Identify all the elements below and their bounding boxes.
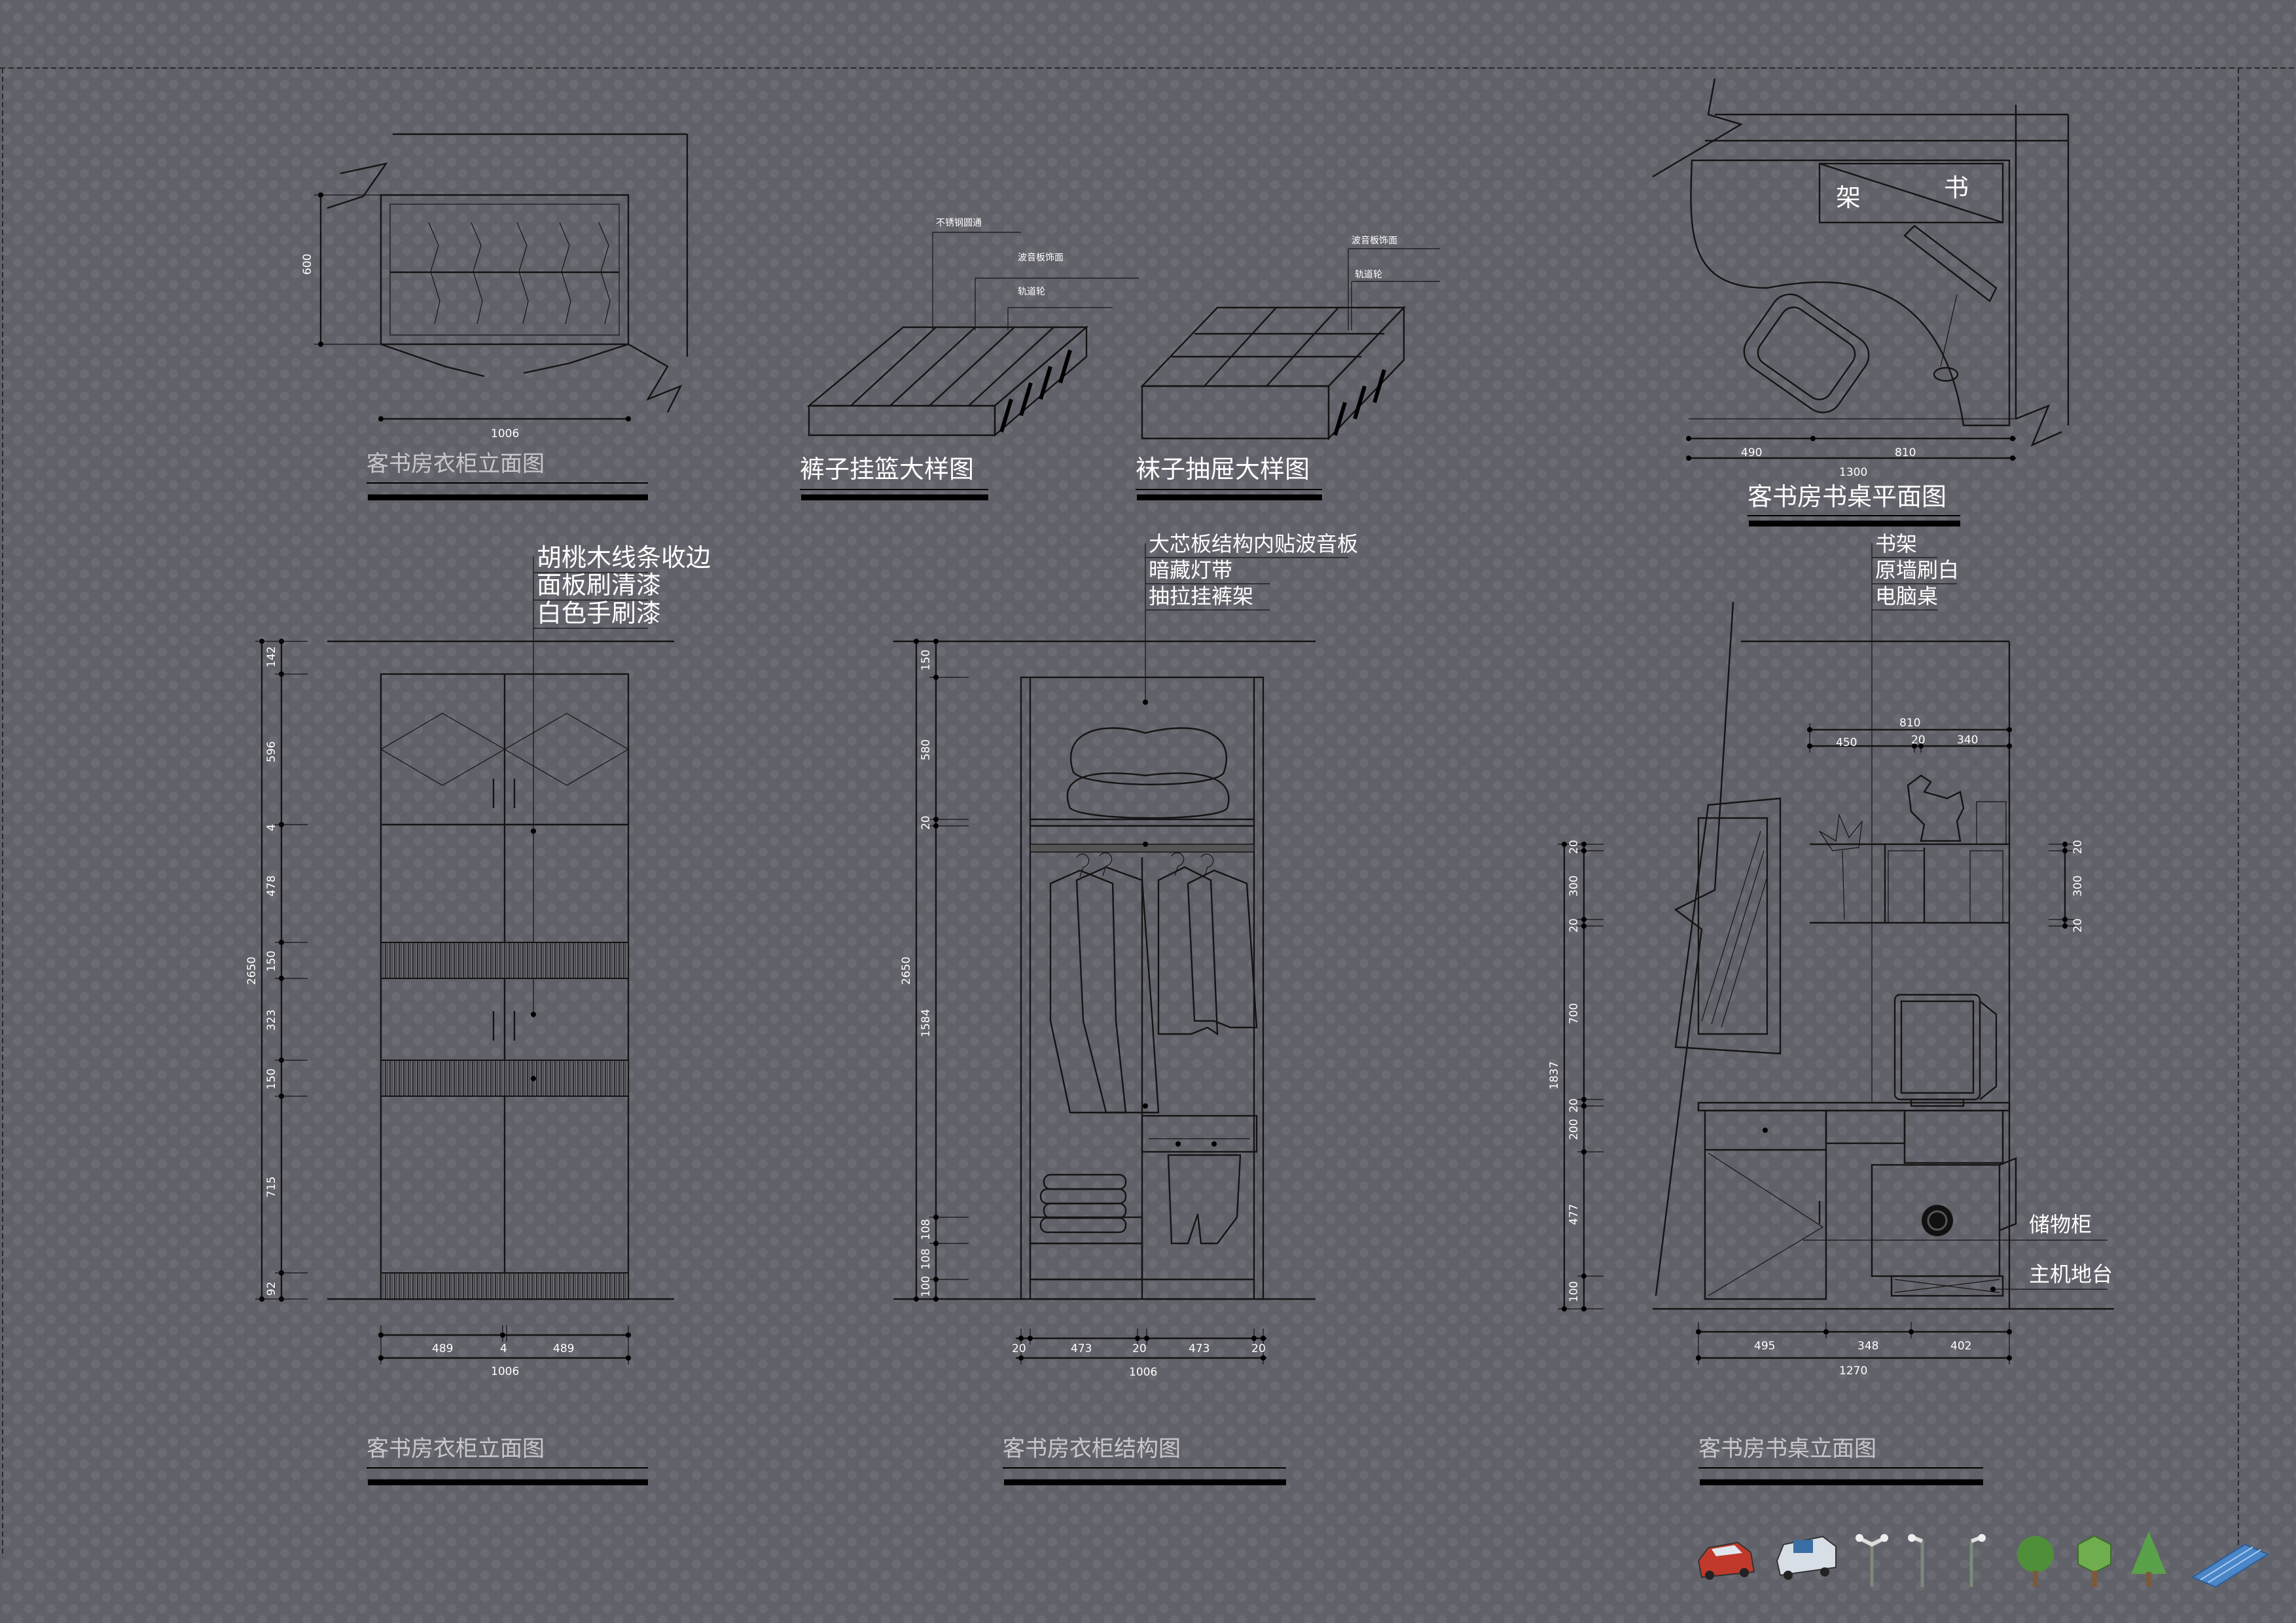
de-total-width: 1270 [1839, 1364, 1867, 1378]
de-side-note-2: 主机地台 [2029, 1262, 2113, 1287]
we-total-height: 2650 [245, 957, 259, 985]
de-vdim-3: 20 [1568, 918, 1581, 933]
ws-vdim-4: 1584 [920, 1009, 933, 1037]
desk-plan-dim-1300: 1300 [1839, 466, 1867, 479]
ws-hdim-5: 20 [1251, 1342, 1266, 1355]
desk-plan-label-jia: 架 [1836, 183, 1861, 212]
we-vdim-2: 596 [265, 741, 278, 762]
ws-hdim-2: 473 [1071, 1342, 1092, 1355]
de-vdim-8: 100 [1568, 1281, 1581, 1302]
we-hdim-2: 4 [500, 1342, 507, 1355]
desk-elevation-title: 客书房书桌立面图 [1698, 1436, 1876, 1462]
sock-drawer-title: 袜子抽屉大样图 [1136, 455, 1310, 484]
de-note-2: 原墙刷白 [1875, 558, 1959, 582]
de-vdim-2: 300 [1568, 876, 1581, 897]
de-total-height: 1837 [1548, 1061, 1561, 1090]
ws-vdim-5: 108 [920, 1219, 933, 1240]
we-note-2: 面板刷清漆 [537, 571, 661, 599]
basket-note-1: 不锈钢圆通 [936, 218, 982, 228]
de-vdim-7: 477 [1568, 1204, 1581, 1225]
de-top-dim-1: 810 [1899, 717, 1920, 730]
desk-plan-label-shu: 书 [1944, 173, 1969, 202]
ws-vdim-3: 20 [920, 815, 933, 830]
ws-total-height: 2650 [900, 957, 913, 985]
we-total-width: 1006 [491, 1365, 519, 1378]
we-note-1: 胡桃木线条收边 [537, 543, 711, 572]
wardrobe-structure-title: 客书房衣柜结构图 [1003, 1436, 1181, 1462]
we-vdim-5: 150 [265, 951, 278, 972]
drawer-note-1: 波音板饰面 [1352, 235, 1397, 246]
de-top-dim-4: 340 [1957, 734, 1978, 747]
we-hdim-3: 489 [553, 1342, 574, 1355]
desk-plan-dim-810: 810 [1895, 446, 1916, 459]
wardrobe-elevation-title: 客书房衣柜立面图 [367, 1436, 545, 1462]
de-rdim-2: 300 [2072, 876, 2085, 897]
trouser-basket-title: 裤子挂篮大样图 [800, 455, 974, 484]
ws-vdim-7: 100 [920, 1276, 933, 1297]
drawer-note-2: 轨道轮 [1355, 270, 1382, 280]
de-vdim-4: 700 [1568, 1003, 1581, 1024]
we-vdim-4: 478 [265, 876, 278, 897]
de-note-1: 书架 [1875, 531, 1917, 556]
we-vdim-3: 4 [265, 824, 278, 831]
we-vdim-6: 323 [265, 1010, 278, 1031]
ws-note-2: 暗藏灯带 [1149, 558, 1232, 582]
ws-note-3: 抽拉挂裤架 [1149, 584, 1253, 609]
de-rdim-1: 20 [2072, 840, 2085, 854]
ws-vdim-2: 580 [920, 740, 933, 760]
de-vdim-5: 20 [1568, 1098, 1581, 1113]
ws-note-1: 大芯板结构内贴波音板 [1149, 531, 1358, 556]
de-rdim-3: 20 [2072, 918, 2085, 933]
ws-hdim-1: 20 [1012, 1342, 1026, 1355]
basket-note-3: 轨道轮 [1018, 287, 1045, 297]
drawing-sheet: 600 1006 客书房衣柜立面图 不锈钢圆通 波音板饰面 轨道轮 裤子挂篮大样… [0, 0, 2296, 1623]
de-side-note-1: 储物柜 [2029, 1212, 2092, 1237]
de-hdim-2: 348 [1857, 1340, 1878, 1353]
de-hdim-3: 402 [1950, 1340, 1971, 1353]
ws-vdim-1: 150 [920, 650, 933, 671]
desk-plan-title: 客书房书桌平面图 [1748, 482, 1946, 511]
de-vdim-1: 20 [1568, 840, 1581, 854]
desk-plan-dim-490: 490 [1741, 446, 1762, 459]
wardrobe-plan-title: 客书房衣柜立面图 [367, 451, 545, 477]
ws-hdim-3: 20 [1132, 1342, 1147, 1355]
de-top-dim-2: 450 [1836, 736, 1857, 749]
de-top-dim-3: 20 [1911, 734, 1926, 747]
plan-height-dim: 600 [301, 254, 314, 275]
de-note-3: 电脑桌 [1875, 584, 1938, 609]
de-hdim-1: 495 [1754, 1340, 1775, 1353]
de-vdim-6: 200 [1568, 1119, 1581, 1140]
ws-vdim-6: 108 [920, 1249, 933, 1270]
we-vdim-7: 150 [265, 1069, 278, 1090]
plan-width-dim: 1006 [491, 427, 519, 440]
basket-note-2: 波音板饰面 [1018, 252, 1064, 263]
we-vdim-1: 142 [265, 647, 278, 668]
we-vdim-9: 92 [265, 1281, 278, 1296]
we-vdim-8: 715 [265, 1177, 278, 1198]
ws-hdim-4: 473 [1189, 1342, 1210, 1355]
we-hdim-1: 489 [432, 1342, 453, 1355]
ws-total-width: 1006 [1129, 1366, 1157, 1379]
we-note-3: 白色手刷漆 [537, 599, 661, 628]
